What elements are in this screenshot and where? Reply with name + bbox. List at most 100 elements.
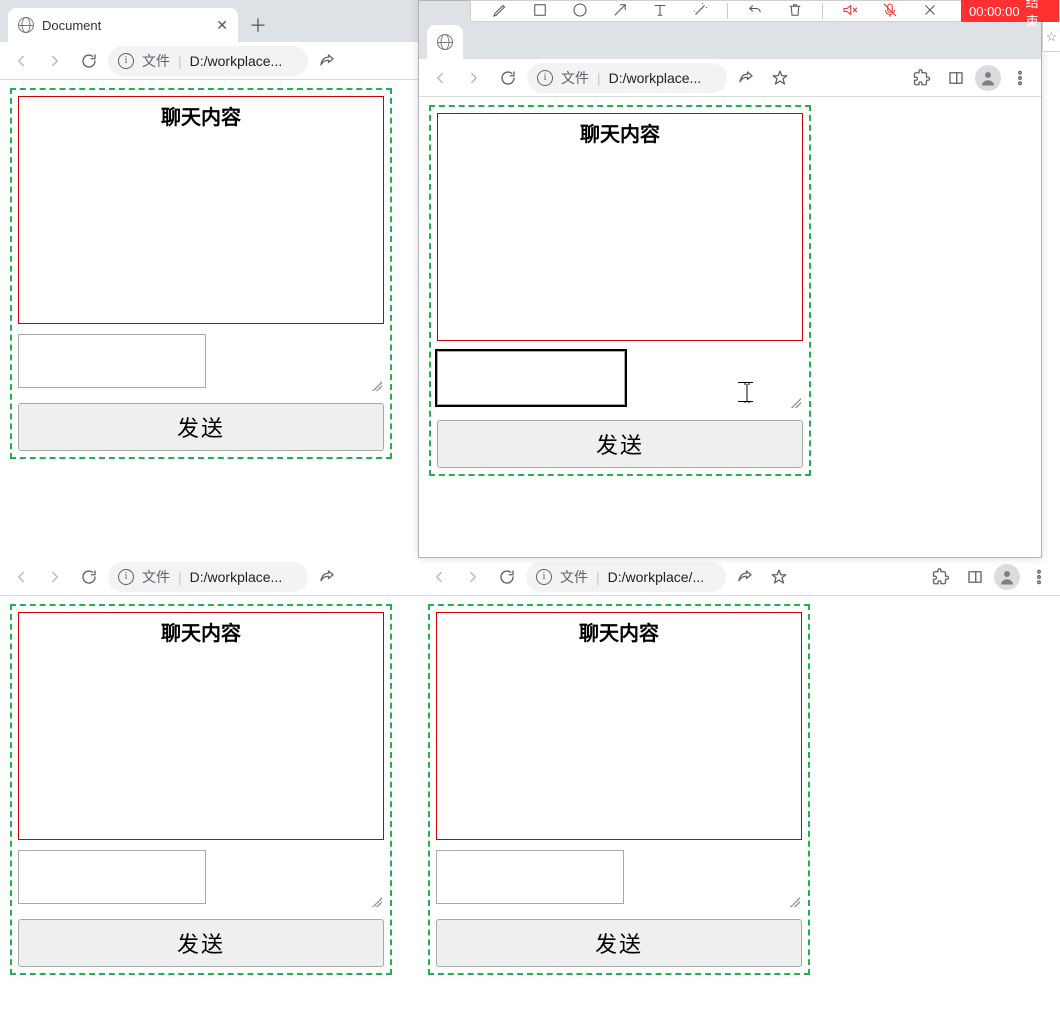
address-bar[interactable]: i 文件 | D:/workplace/... [526, 562, 726, 592]
message-input[interactable] [18, 850, 206, 904]
scheme-label: 文件 [142, 51, 170, 71]
share-button[interactable] [312, 562, 342, 592]
forward-button[interactable] [40, 46, 70, 76]
sidepanel-button[interactable] [941, 63, 971, 93]
chat-container: 聊天内容 发送 [10, 88, 392, 459]
chat-history: 聊天内容 [18, 612, 384, 840]
resize-grip-icon[interactable] [790, 897, 800, 907]
message-input-wrap [18, 334, 384, 393]
info-icon[interactable]: i [537, 70, 553, 86]
chat-header: 聊天内容 [580, 124, 660, 146]
profile-avatar[interactable] [975, 65, 1001, 91]
message-input-wrap [437, 351, 803, 410]
recording-timer: 00:00:00 [969, 4, 1020, 19]
tab-title: Document [42, 18, 101, 33]
new-tab-button[interactable]: ＋ [244, 11, 272, 39]
chat-history: 聊天内容 [436, 612, 802, 840]
menu-button[interactable] [1024, 562, 1054, 592]
resize-grip-icon[interactable] [372, 897, 382, 907]
chat-header: 聊天内容 [579, 623, 659, 645]
close-icon[interactable] [921, 1, 939, 22]
forward-button[interactable] [40, 562, 70, 592]
browser-window-4: i 文件 | D:/workplace/... 聊天内容 发送 [418, 558, 1060, 1024]
extensions-button[interactable] [926, 562, 956, 592]
message-input-wrap [436, 850, 802, 909]
reload-button[interactable] [493, 63, 523, 93]
forward-button[interactable] [459, 63, 489, 93]
browser-window-1: Document ✕ ＋ i 文件 | D:/workplace... 聊天内容… [0, 0, 418, 558]
send-button[interactable]: 发送 [436, 919, 802, 967]
menu-button[interactable] [1005, 63, 1035, 93]
globe-icon [437, 34, 453, 50]
reload-button[interactable] [492, 562, 522, 592]
recording-badge[interactable]: 00:00:00 结束 [961, 0, 1059, 22]
mute-mic-icon[interactable] [881, 1, 899, 22]
message-input-wrap [18, 850, 384, 909]
sidepanel-button[interactable] [960, 562, 990, 592]
reload-button[interactable] [74, 46, 104, 76]
send-button[interactable]: 发送 [437, 420, 803, 468]
pencil-icon[interactable] [491, 1, 509, 22]
info-icon[interactable]: i [118, 53, 134, 69]
recording-end-label: 结束 [1026, 0, 1051, 30]
chat-container: 聊天内容 发送 [429, 105, 811, 476]
url-path: D:/workplace... [190, 53, 283, 69]
browser-toolbar: i 文件 | D:/workplace... [0, 42, 418, 80]
back-button[interactable] [6, 562, 36, 592]
page-content: 聊天内容 发送 [0, 80, 418, 558]
bookmark-button[interactable] [765, 63, 795, 93]
address-bar[interactable]: i 文件 | D:/workplace... [108, 46, 308, 76]
share-button[interactable] [730, 562, 760, 592]
send-button[interactable]: 发送 [18, 919, 384, 967]
share-button[interactable] [312, 46, 342, 76]
page-content: 聊天内容 发送 [419, 97, 1041, 557]
circle-icon[interactable] [571, 1, 589, 22]
profile-avatar[interactable] [994, 564, 1020, 590]
separator [822, 3, 823, 19]
scheme-label: 文件 [561, 68, 589, 88]
back-button[interactable] [425, 63, 455, 93]
resize-grip-icon[interactable] [372, 381, 382, 391]
close-tab-icon[interactable]: ✕ [216, 17, 228, 34]
page-content: 聊天内容 发送 [418, 596, 1060, 1024]
page-content: 聊天内容 发送 [0, 596, 418, 1024]
globe-icon [18, 17, 34, 33]
chat-history: 聊天内容 [18, 96, 384, 324]
chat-history: 聊天内容 [437, 113, 803, 341]
address-bar[interactable]: i 文件 | D:/workplace... [527, 63, 727, 93]
reload-button[interactable] [74, 562, 104, 592]
resize-grip-icon[interactable] [791, 398, 801, 408]
chat-container: 聊天内容 发送 [428, 604, 810, 975]
tab-strip: Document ✕ ＋ [0, 0, 418, 42]
extensions-button[interactable] [907, 63, 937, 93]
scheme-label: 文件 [142, 567, 170, 587]
bookmark-button[interactable] [764, 562, 794, 592]
chat-header: 聊天内容 [161, 107, 241, 129]
trash-icon[interactable] [786, 1, 804, 22]
send-button[interactable]: 发送 [18, 403, 384, 451]
browser-toolbar: i 文件 | D:/workplace/... [418, 558, 1060, 596]
browser-window-3: i 文件 | D:/workplace... 聊天内容 发送 [0, 558, 418, 1024]
separator [727, 3, 728, 19]
arrow-icon[interactable] [611, 1, 629, 22]
text-cursor-icon [742, 383, 752, 401]
info-icon[interactable]: i [118, 569, 134, 585]
message-input[interactable] [18, 334, 206, 388]
share-button[interactable] [731, 63, 761, 93]
mute-audio-icon[interactable] [841, 1, 859, 22]
wand-icon[interactable] [691, 1, 709, 22]
chat-header: 聊天内容 [161, 623, 241, 645]
info-icon[interactable]: i [536, 569, 552, 585]
square-icon[interactable] [531, 1, 549, 22]
message-input[interactable] [437, 351, 625, 405]
browser-tab[interactable] [427, 25, 463, 59]
forward-button[interactable] [458, 562, 488, 592]
address-bar[interactable]: i 文件 | D:/workplace... [108, 562, 308, 592]
url-path: D:/workplace/... [608, 569, 704, 585]
message-input[interactable] [436, 850, 624, 904]
text-icon[interactable] [651, 1, 669, 22]
back-button[interactable] [6, 46, 36, 76]
undo-icon[interactable] [746, 1, 764, 22]
browser-tab[interactable]: Document ✕ [8, 8, 238, 42]
back-button[interactable] [424, 562, 454, 592]
